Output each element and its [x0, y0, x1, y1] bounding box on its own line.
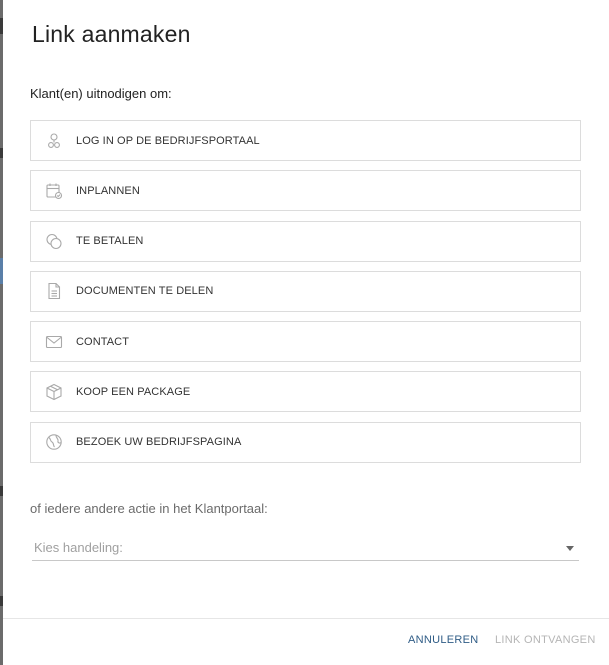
create-link-dialog: Link aanmaken Klant(en) uitnodigen om: L…	[3, 0, 609, 665]
user-icon	[44, 131, 64, 151]
option-label: INPLANNEN	[76, 184, 140, 197]
option-label: DOCUMENTEN TE DELEN	[76, 285, 214, 298]
option-pay[interactable]: TE BETALEN	[30, 220, 581, 262]
option-visit-company-page[interactable]: BEZOEK UW BEDRIJFSPAGINA	[30, 421, 581, 463]
calendar-icon	[44, 181, 64, 201]
globe-icon	[44, 432, 64, 452]
option-share-documents[interactable]: DOCUMENTEN TE DELEN	[30, 270, 581, 312]
option-label: LOG IN OP DE BEDRIJFSPORTAAL	[76, 134, 260, 147]
dropdown-arrow-icon	[566, 546, 574, 551]
footer-divider	[3, 618, 609, 619]
dialog-title: Link aanmaken	[32, 21, 191, 47]
option-label: CONTACT	[76, 335, 130, 348]
envelope-icon	[44, 332, 64, 352]
coins-icon	[44, 231, 64, 251]
option-label: KOOP EEN PACKAGE	[76, 385, 191, 398]
option-buy-package[interactable]: KOOP EEN PACKAGE	[30, 371, 581, 413]
cancel-button[interactable]: ANNULEREN	[408, 634, 479, 646]
invite-subtitle: Klant(en) uitnodigen om:	[30, 86, 172, 101]
option-schedule[interactable]: INPLANNEN	[30, 170, 581, 212]
action-select[interactable]: Kies handeling:	[32, 537, 579, 561]
action-select-placeholder: Kies handeling:	[34, 540, 123, 555]
option-login-portal[interactable]: LOG IN OP DE BEDRIJFSPORTAAL	[30, 120, 581, 161]
option-label: TE BETALEN	[76, 235, 144, 248]
document-icon	[44, 281, 64, 301]
package-icon	[44, 382, 64, 402]
other-action-label: of iedere andere actie in het Klantporta…	[30, 501, 268, 516]
invite-options-list: LOG IN OP DE BEDRIJFSPORTAAL INPLANNEN T…	[30, 120, 581, 472]
option-label: BEZOEK UW BEDRIJFSPAGINA	[76, 436, 242, 449]
get-link-button[interactable]: LINK ONTVANGEN	[495, 634, 596, 646]
option-contact[interactable]: CONTACT	[30, 321, 581, 363]
